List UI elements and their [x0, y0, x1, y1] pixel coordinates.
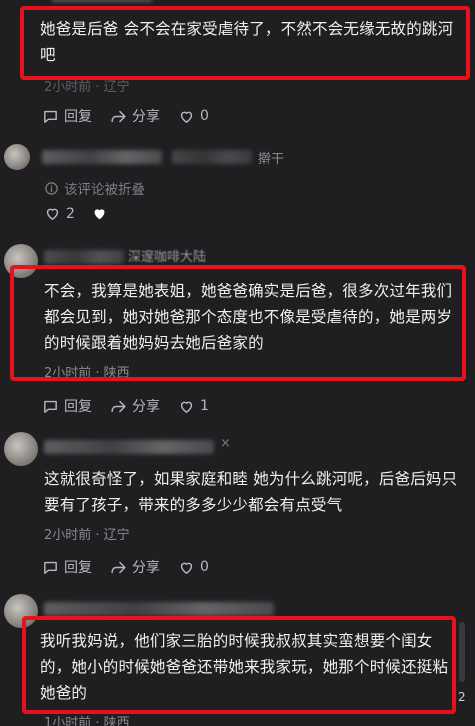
- username-blurred: [42, 150, 162, 164]
- share-button[interactable]: 分享: [110, 396, 160, 416]
- like-count: 1: [200, 398, 209, 414]
- username-blurred: [44, 602, 274, 616]
- reply-button[interactable]: 回复: [42, 106, 92, 126]
- reply-label: 回复: [64, 399, 92, 415]
- share-icon: [111, 561, 126, 573]
- share-button[interactable]: 分享: [110, 557, 160, 577]
- comment-2-actions: 2: [44, 205, 108, 222]
- highlight-box-1: [20, 6, 470, 80]
- reply-button[interactable]: 回复: [42, 396, 92, 416]
- reply-label: 回复: [64, 109, 92, 125]
- info-circle-icon: [45, 181, 58, 195]
- heart-icon: [180, 401, 193, 413]
- share-button[interactable]: 分享: [110, 106, 160, 126]
- username: 深邃咖啡大陆: [128, 250, 207, 265]
- reply-button[interactable]: 回复: [42, 557, 92, 577]
- heart-filled-icon: [94, 209, 105, 220]
- comment-3-actions: 回复 分享 1: [42, 396, 209, 416]
- comment-5-meta: 1小时前 · 陕西: [44, 716, 130, 726]
- comment-1-actions: 回复 分享 0: [42, 106, 209, 126]
- username-fragment: 擀干: [258, 152, 285, 167]
- share-icon: [111, 110, 126, 122]
- like-button[interactable]: 0: [178, 559, 209, 576]
- share-label: 分享: [132, 560, 160, 576]
- side-rail: [459, 622, 465, 682]
- comment-4-meta: 2小时前 · 辽宁: [44, 528, 130, 543]
- username-top-cut: [52, 0, 152, 2]
- side-number: 2: [458, 690, 466, 704]
- username-blurred: [172, 150, 252, 164]
- heart-icon: [180, 111, 193, 123]
- username-fragment: ×: [220, 436, 231, 451]
- author-liked-badge: [91, 205, 108, 222]
- share-label: 分享: [132, 399, 160, 415]
- heart-icon: [46, 208, 59, 220]
- highlight-box-3: [22, 616, 456, 714]
- like-button[interactable]: 0: [178, 108, 209, 125]
- comment-bubble-icon: [44, 561, 57, 574]
- share-label: 分享: [132, 109, 160, 125]
- folded-notice: 该评论被折叠: [44, 178, 145, 198]
- folded-notice-text: 该评论被折叠: [64, 182, 145, 198]
- avatar[interactable]: [4, 432, 38, 466]
- like-count: 2: [66, 205, 75, 222]
- username-blurred: [44, 440, 214, 454]
- like-count: 0: [200, 559, 209, 575]
- comment-bubble-icon: [44, 400, 57, 413]
- share-icon: [111, 400, 126, 412]
- comment-bubble-icon: [44, 110, 57, 123]
- comment-4-text: 这就很奇怪了，如果家庭和睦 她为什么跳河呢，后爸后妈只要有了孩子，带来的多多少少…: [44, 470, 458, 514]
- highlight-box-2: [10, 265, 466, 381]
- avatar[interactable]: [4, 144, 30, 170]
- username-blurred: [44, 250, 124, 264]
- reply-label: 回复: [64, 560, 92, 576]
- comment-4-actions: 回复 分享 0: [42, 557, 209, 577]
- like-button[interactable]: 1: [178, 398, 209, 415]
- like-count: 0: [200, 108, 209, 124]
- like-button[interactable]: 2: [44, 205, 75, 222]
- comment-1-meta: 2小时前 · 辽宁: [44, 80, 130, 95]
- heart-icon: [180, 562, 193, 574]
